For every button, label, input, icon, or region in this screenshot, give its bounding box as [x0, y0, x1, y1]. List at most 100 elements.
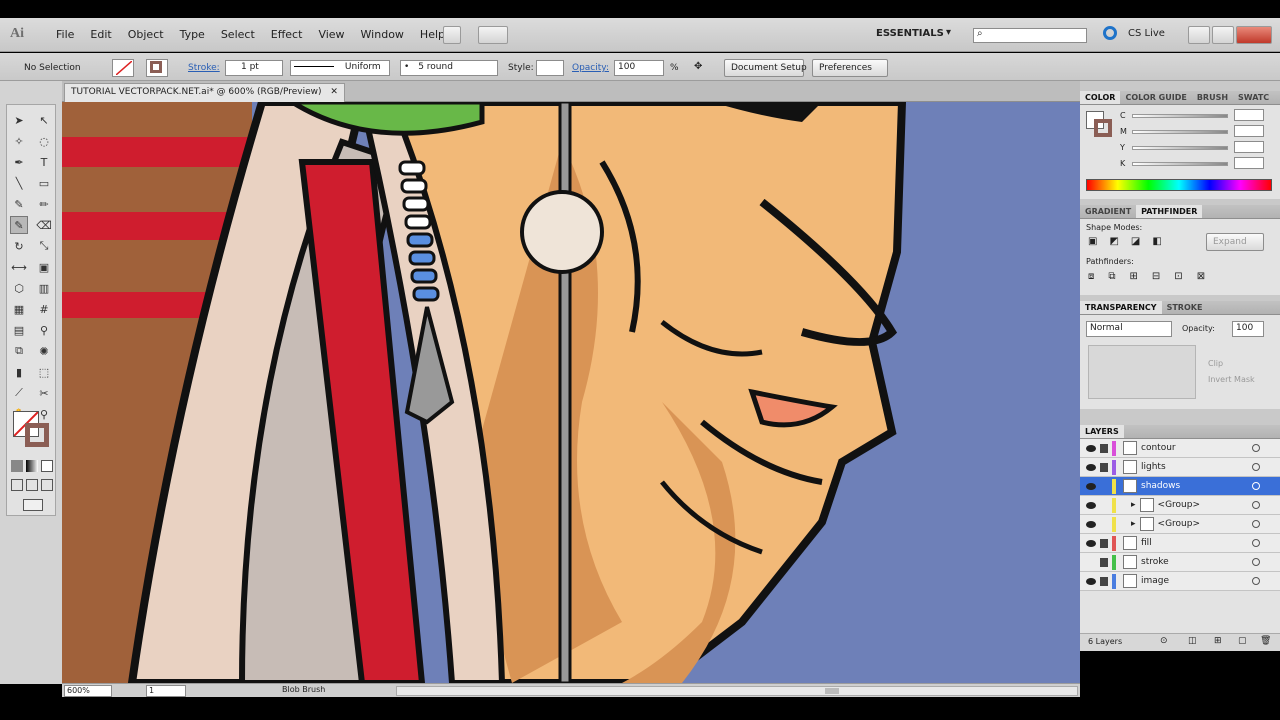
target-icon[interactable]	[1252, 558, 1260, 566]
menu-file[interactable]: File	[48, 28, 82, 41]
draw-normal-icon[interactable]	[11, 479, 23, 491]
opacity-mask-thumbnail[interactable]	[1088, 345, 1196, 399]
lock-icon[interactable]	[1100, 482, 1108, 491]
visibility-eye-icon[interactable]	[1086, 501, 1096, 509]
visibility-eye-icon[interactable]	[1086, 463, 1096, 471]
stroke-label[interactable]: Stroke:	[188, 63, 220, 73]
lock-icon[interactable]	[1100, 538, 1108, 548]
close-window-button[interactable]	[1236, 26, 1272, 44]
color-mode-icon[interactable]	[11, 460, 23, 472]
divide-icon[interactable]: ⧈	[1088, 271, 1094, 282]
bridge-icon[interactable]	[443, 26, 461, 44]
artboard-canvas[interactable]	[62, 102, 1080, 683]
tab-stroke[interactable]: STROKE	[1162, 301, 1208, 314]
menu-effect[interactable]: Effect	[263, 28, 311, 41]
layer-row[interactable]: image	[1080, 572, 1280, 591]
tab-layers[interactable]: LAYERS	[1080, 425, 1124, 438]
color-spectrum-bar[interactable]	[1086, 179, 1272, 191]
target-icon[interactable]	[1252, 577, 1260, 585]
intersect-icon[interactable]: ◪	[1131, 236, 1140, 247]
tab-color[interactable]: COLOR	[1080, 91, 1121, 104]
width-tool-icon[interactable]: ⟷	[10, 258, 28, 276]
style-picker[interactable]	[536, 60, 564, 76]
variable-width-profile[interactable]: Uniform	[290, 60, 390, 76]
layer-row[interactable]: lights	[1080, 458, 1280, 477]
brush-definition[interactable]: • 5 round	[400, 60, 498, 76]
rectangle-tool-icon[interactable]: ▭	[35, 174, 53, 192]
menu-type[interactable]: Type	[172, 28, 213, 41]
menu-view[interactable]: View	[310, 28, 352, 41]
opacity-field[interactable]: 100	[614, 60, 664, 76]
document-tab[interactable]: TUTORIAL VECTORPACK.NET.ai* @ 600% (RGB/…	[64, 83, 345, 102]
lock-icon[interactable]	[1100, 462, 1108, 472]
channel-y-slider[interactable]	[1132, 146, 1228, 150]
lock-icon[interactable]	[1100, 576, 1108, 586]
stroke-weight-field[interactable]: 1 pt	[225, 60, 283, 76]
trim-icon[interactable]: ⧉	[1108, 271, 1115, 282]
shape-builder-tool-icon[interactable]: ⬡	[10, 279, 28, 297]
fill-swatch[interactable]	[112, 59, 134, 77]
color-stroke-swatch[interactable]	[1094, 119, 1112, 137]
clip-checkbox[interactable]: Clip	[1208, 359, 1223, 368]
layer-row[interactable]: fill	[1080, 534, 1280, 553]
crop-icon[interactable]: ⊟	[1152, 271, 1160, 282]
unite-icon[interactable]: ▣	[1088, 236, 1097, 247]
none-mode-icon[interactable]	[41, 460, 53, 472]
channel-y-field[interactable]	[1234, 141, 1264, 153]
gradient-tool-icon[interactable]: ▤	[10, 321, 28, 339]
line-tool-icon[interactable]: ╲	[10, 174, 28, 192]
make-clipping-mask-icon[interactable]: ◫	[1188, 636, 1197, 646]
selection-tool-icon[interactable]: ➤	[10, 111, 28, 129]
draw-behind-icon[interactable]	[26, 479, 38, 491]
eyedropper-tool-icon[interactable]: ⚲	[35, 321, 53, 339]
minus-front-icon[interactable]: ◩	[1109, 236, 1118, 247]
channel-m-field[interactable]	[1234, 125, 1264, 137]
target-icon[interactable]	[1252, 539, 1260, 547]
layer-row[interactable]: ▸ <Group>	[1080, 496, 1280, 515]
lock-icon[interactable]	[1100, 501, 1108, 510]
tab-swatches[interactable]: SWATC	[1233, 91, 1274, 104]
menu-window[interactable]: Window	[353, 28, 412, 41]
perspective-grid-tool-icon[interactable]: ▦	[10, 300, 28, 318]
tab-pathfinder[interactable]: PATHFINDER	[1136, 205, 1203, 218]
visibility-eye-icon[interactable]	[1086, 482, 1096, 490]
visibility-eye-icon[interactable]	[1086, 559, 1096, 566]
free-transform-tool-icon[interactable]: ▣	[35, 258, 53, 276]
menu-object[interactable]: Object	[120, 28, 172, 41]
rotate-tool-icon[interactable]: ↻	[10, 237, 28, 255]
target-icon[interactable]	[1252, 482, 1260, 490]
minimize-button[interactable]	[1188, 26, 1210, 44]
merge-icon[interactable]: ⊞	[1130, 271, 1138, 282]
current-tool-status[interactable]: Blob Brush	[282, 685, 325, 694]
arrange-documents-icon[interactable]	[478, 26, 508, 44]
tab-brush[interactable]: BRUSH	[1192, 91, 1233, 104]
exclude-icon[interactable]: ◧	[1152, 236, 1161, 247]
minus-back-icon[interactable]: ⊠	[1197, 271, 1205, 282]
stroke-swatch[interactable]	[146, 59, 168, 77]
new-sublayer-icon[interactable]: ⊞	[1214, 636, 1222, 646]
menu-edit[interactable]: Edit	[82, 28, 119, 41]
outline-icon[interactable]: ⊡	[1174, 271, 1182, 282]
target-icon[interactable]	[1252, 444, 1260, 452]
layer-row[interactable]: contour	[1080, 439, 1280, 458]
close-tab-icon[interactable]: ✕	[330, 87, 338, 97]
column-graph-tool-icon[interactable]: ▮	[10, 363, 28, 381]
pencil-tool-icon[interactable]: ✏	[35, 195, 53, 213]
gradient-mode-icon[interactable]	[26, 460, 38, 472]
tab-transparency[interactable]: TRANSPARENCY	[1080, 301, 1162, 314]
expand-triangle-icon[interactable]: ▸	[1131, 519, 1136, 529]
lock-icon[interactable]	[1100, 443, 1108, 453]
target-icon[interactable]	[1252, 463, 1260, 471]
paintbrush-tool-icon[interactable]: ✎	[10, 195, 28, 213]
layer-row[interactable]: ▸ <Group>	[1080, 515, 1280, 534]
menu-select[interactable]: Select	[213, 28, 263, 41]
mesh-tool-icon[interactable]: #	[35, 300, 53, 318]
channel-k-field[interactable]	[1234, 157, 1264, 169]
scissors-tool-icon[interactable]: ✂	[35, 384, 53, 402]
screen-mode-icon[interactable]	[23, 499, 43, 511]
target-icon[interactable]	[1252, 520, 1260, 528]
visibility-eye-icon[interactable]	[1086, 577, 1096, 585]
trash-icon[interactable]: 🗑	[1260, 636, 1271, 646]
channel-c-field[interactable]	[1234, 109, 1264, 121]
help-search-input[interactable]	[973, 28, 1087, 43]
